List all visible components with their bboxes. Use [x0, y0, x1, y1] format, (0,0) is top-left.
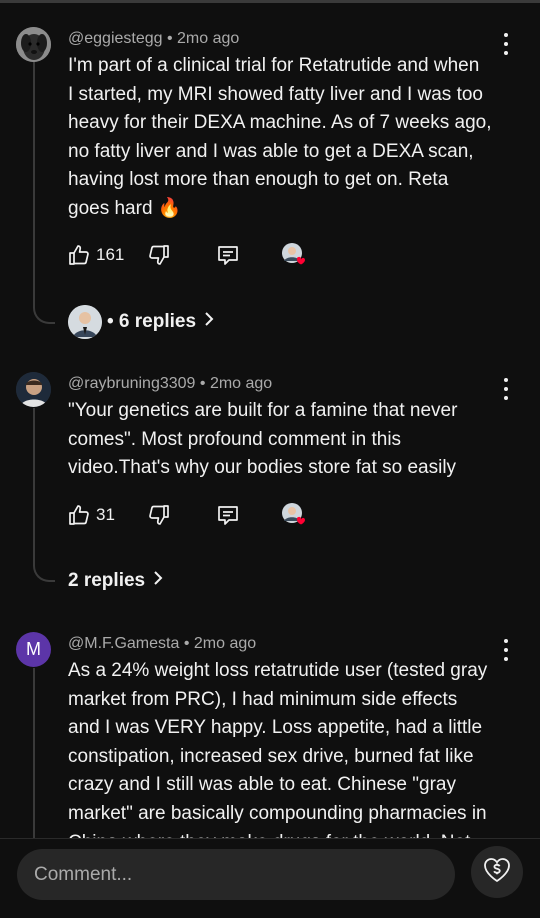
comment-text: As a 24% weight loss retatrutide user (t… — [68, 660, 488, 853]
view-replies-button[interactable]: 2 replies — [68, 570, 163, 592]
avatar — [68, 305, 102, 339]
avatar[interactable] — [16, 372, 51, 407]
dislike-icon[interactable] — [146, 502, 172, 528]
like-icon[interactable] — [66, 502, 92, 528]
author-name[interactable]: @M.F.Gamesta — [68, 635, 179, 652]
comment-actions: 161 — [66, 240, 307, 270]
comment-meta: @raybruning3309 • 2mo ago — [68, 375, 273, 392]
like-icon[interactable] — [66, 242, 92, 268]
creator-heart-icon — [281, 242, 307, 268]
comment-text: I'm part of a clinical trial for Retatru… — [68, 55, 492, 219]
creator-heart-icon — [281, 502, 307, 528]
comment-meta: @M.F.Gamesta • 2mo ago — [68, 635, 257, 652]
chevron-right-icon — [153, 570, 163, 592]
comment-placeholder: Comment... — [34, 864, 133, 885]
comment-text: "Your genetics are built for a famine th… — [68, 400, 458, 479]
comment-time: 2mo ago — [177, 30, 240, 47]
thread-line — [33, 408, 55, 582]
top-divider — [0, 0, 540, 3]
comment-actions: 31 — [66, 500, 307, 530]
comment-time: 2mo ago — [209, 375, 273, 392]
thread-line — [33, 62, 55, 324]
thread-line — [33, 668, 55, 838]
reply-icon[interactable] — [215, 502, 241, 528]
like-count: 161 — [96, 245, 125, 264]
author-name[interactable]: @raybruning3309 — [68, 375, 195, 392]
super-thanks-button[interactable] — [471, 846, 523, 898]
author-name[interactable]: @eggiestegg — [68, 30, 163, 47]
avatar[interactable]: M — [16, 632, 51, 667]
super-thanks-icon — [482, 855, 512, 890]
dislike-icon[interactable] — [146, 242, 172, 268]
reply-icon[interactable] — [215, 242, 241, 268]
like-count: 31 — [96, 505, 115, 524]
chevron-right-icon — [204, 311, 214, 333]
view-replies-button[interactable]: • 6 replies — [68, 305, 214, 339]
comment-input[interactable]: Comment... — [17, 849, 455, 900]
comment-time: 2mo ago — [193, 635, 257, 652]
comment-meta: @eggiestegg • 2mo ago — [68, 30, 240, 47]
avatar[interactable] — [16, 27, 51, 62]
